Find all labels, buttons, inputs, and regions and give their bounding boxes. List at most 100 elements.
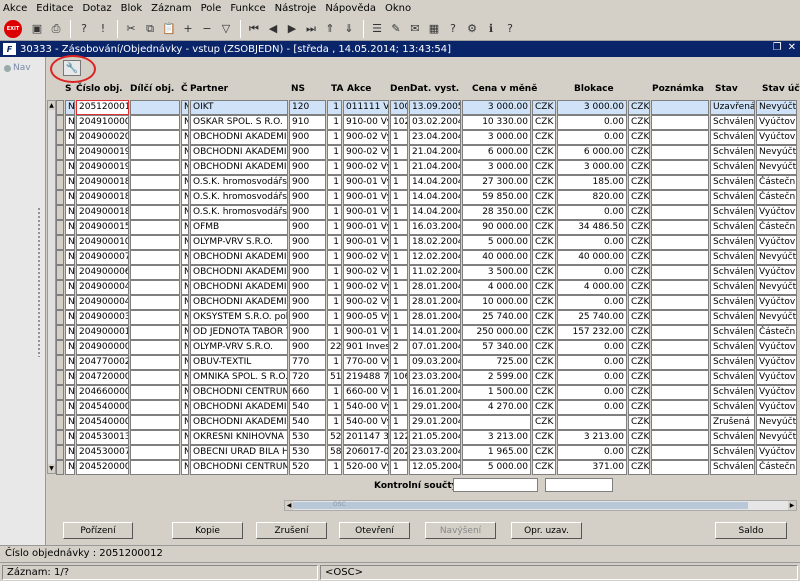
cell-stav[interactable]: Zrušená [710, 415, 755, 430]
cell-cena[interactable]: 1 500.00 [462, 385, 531, 400]
cell-s[interactable]: N [65, 445, 75, 460]
cell-partner[interactable]: OBCHODNI AKADEMIE M [190, 295, 288, 310]
cell-akce[interactable]: 219488 7 [343, 370, 389, 385]
row-selector[interactable] [56, 265, 64, 280]
cell-cislo[interactable]: 2049000152 [76, 220, 129, 235]
cell-cislo[interactable]: 2049000102 [76, 235, 129, 250]
row-selector[interactable] [56, 325, 64, 340]
cell-cena[interactable]: 57 340.00 [462, 340, 531, 355]
cell-akce[interactable]: 540-00 Vý [343, 400, 389, 415]
cell-pozn[interactable] [651, 400, 709, 415]
cell-den[interactable]: 2 [390, 340, 408, 355]
cell-dilci[interactable] [130, 430, 180, 445]
cell-pozn[interactable] [651, 145, 709, 160]
row-selector[interactable] [56, 370, 64, 385]
cell-s[interactable]: N [65, 280, 75, 295]
cell-akce[interactable]: 900-01 Vý [343, 205, 389, 220]
cell-stavu[interactable]: Vyúčtov [756, 355, 797, 370]
cell-c[interactable]: N [181, 400, 189, 415]
cell-partner[interactable]: OBECNI URAD BILA HLI [190, 445, 288, 460]
cell-cur1[interactable]: CZK [532, 385, 556, 400]
cell-stav[interactable]: Schválená [710, 250, 755, 265]
cell-cena[interactable]: 4 000.00 [462, 280, 531, 295]
cell-ta[interactable]: 1 [327, 160, 342, 175]
table-row[interactable]: N2049000186NO.S.K. hromosvodářské9001900… [52, 175, 797, 191]
scroll-right-icon[interactable]: ▶ [788, 501, 796, 510]
cell-cur2[interactable]: CZK [628, 100, 650, 115]
cell-s[interactable]: N [65, 310, 75, 325]
cell-ns[interactable]: 900 [289, 145, 326, 160]
cell-cena[interactable]: 27 300.00 [462, 175, 531, 190]
cell-c[interactable]: N [181, 175, 189, 190]
table-row[interactable]: N2049000184NO.S.K. hromosvodářské9001900… [52, 205, 797, 221]
cell-cur1[interactable]: CZK [532, 160, 556, 175]
cell-cur1[interactable]: CZK [532, 145, 556, 160]
cell-c[interactable]: N [181, 100, 189, 115]
table-row[interactable]: N2049000207NOBCHODNI AKADEMIE M9001900-0… [52, 130, 797, 146]
cell-dat[interactable]: 07.01.2004 [409, 340, 461, 355]
cell-ta[interactable]: 1 [327, 250, 342, 265]
cell-ta[interactable]: 1 [327, 460, 342, 475]
cell-cislo[interactable]: 2049000185 [76, 190, 129, 205]
splitter-handle[interactable] [37, 207, 41, 357]
cell-s[interactable]: N [65, 325, 75, 340]
cell-blok[interactable]: 0.00 [557, 205, 627, 220]
cell-blok[interactable]: 0.00 [557, 295, 627, 310]
cell-cur1[interactable]: CZK [532, 340, 556, 355]
cell-cur1[interactable]: CZK [532, 115, 556, 130]
cell-cur1[interactable]: CZK [532, 280, 556, 295]
cell-cur2[interactable]: CZK [628, 235, 650, 250]
cell-den[interactable]: 1 [390, 160, 408, 175]
cell-akce[interactable]: 900-01 Vý [343, 190, 389, 205]
next-record-icon[interactable]: ▶ [283, 20, 301, 38]
cell-stavu[interactable]: Vyúčtov [756, 235, 797, 250]
cell-cur2[interactable]: CZK [628, 340, 650, 355]
help-icon[interactable]: ? [444, 20, 462, 38]
cell-cur1[interactable]: CZK [532, 265, 556, 280]
cell-blok[interactable]: 0.00 [557, 355, 627, 370]
cell-stavu[interactable]: Nevyúčt [756, 250, 797, 265]
cell-cur1[interactable]: CZK [532, 400, 556, 415]
table-row[interactable]: N2045400003NOBCHODNI AKADEMIE B5401540-0… [52, 400, 797, 416]
cell-blok[interactable] [557, 415, 627, 430]
list-icon[interactable]: ☰ [368, 20, 386, 38]
cell-blok[interactable]: 0.00 [557, 130, 627, 145]
column-header-4[interactable]: Partner [190, 84, 228, 94]
menu-item-3[interactable]: Blok [121, 3, 143, 14]
column-header-12[interactable]: Poznámka [652, 84, 704, 94]
cell-blok[interactable]: 3 000.00 [557, 100, 627, 115]
cell-den[interactable]: 1 [390, 415, 408, 430]
row-selector[interactable] [56, 130, 64, 145]
cell-c[interactable]: N [181, 235, 189, 250]
cell-s[interactable]: N [65, 115, 75, 130]
cell-akce[interactable]: 900-01 Vý [343, 220, 389, 235]
cell-partner[interactable]: OFMB [190, 220, 288, 235]
cell-ns[interactable]: 900 [289, 235, 326, 250]
cell-s[interactable]: N [65, 265, 75, 280]
cell-akce[interactable]: 900-02 Vý [343, 145, 389, 160]
cell-cena[interactable]: 3 213.00 [462, 430, 531, 445]
column-header-13[interactable]: Stav [715, 84, 738, 94]
cell-s[interactable]: N [65, 415, 75, 430]
cell-s[interactable]: N [65, 385, 75, 400]
row-selector[interactable] [56, 115, 64, 130]
menu-item-6[interactable]: Funkce [230, 3, 265, 14]
cell-dilci[interactable] [130, 340, 180, 355]
table-row[interactable]: N2045400002NOBCHODNI AKADEMIE P5401540-0… [52, 415, 797, 431]
row-selector[interactable] [56, 310, 64, 325]
cell-cur2[interactable]: CZK [628, 460, 650, 475]
cell-den[interactable]: 1 [390, 385, 408, 400]
cell-ns[interactable]: 120 [289, 100, 326, 115]
scroll-left-icon[interactable]: ◀ [285, 501, 293, 510]
cell-dat[interactable]: 18.02.2004 [409, 235, 461, 250]
cell-stav[interactable]: Schválená [710, 370, 755, 385]
cell-ns[interactable]: 900 [289, 310, 326, 325]
restore-icon[interactable]: ❐ [773, 42, 782, 53]
cell-c[interactable]: N [181, 280, 189, 295]
cell-s[interactable]: N [65, 130, 75, 145]
cell-ns[interactable]: 900 [289, 175, 326, 190]
cell-den[interactable]: 1 [390, 145, 408, 160]
cell-den[interactable]: 1 [390, 310, 408, 325]
cell-stavu[interactable]: Vyúčtov [756, 445, 797, 460]
cell-pozn[interactable] [651, 235, 709, 250]
